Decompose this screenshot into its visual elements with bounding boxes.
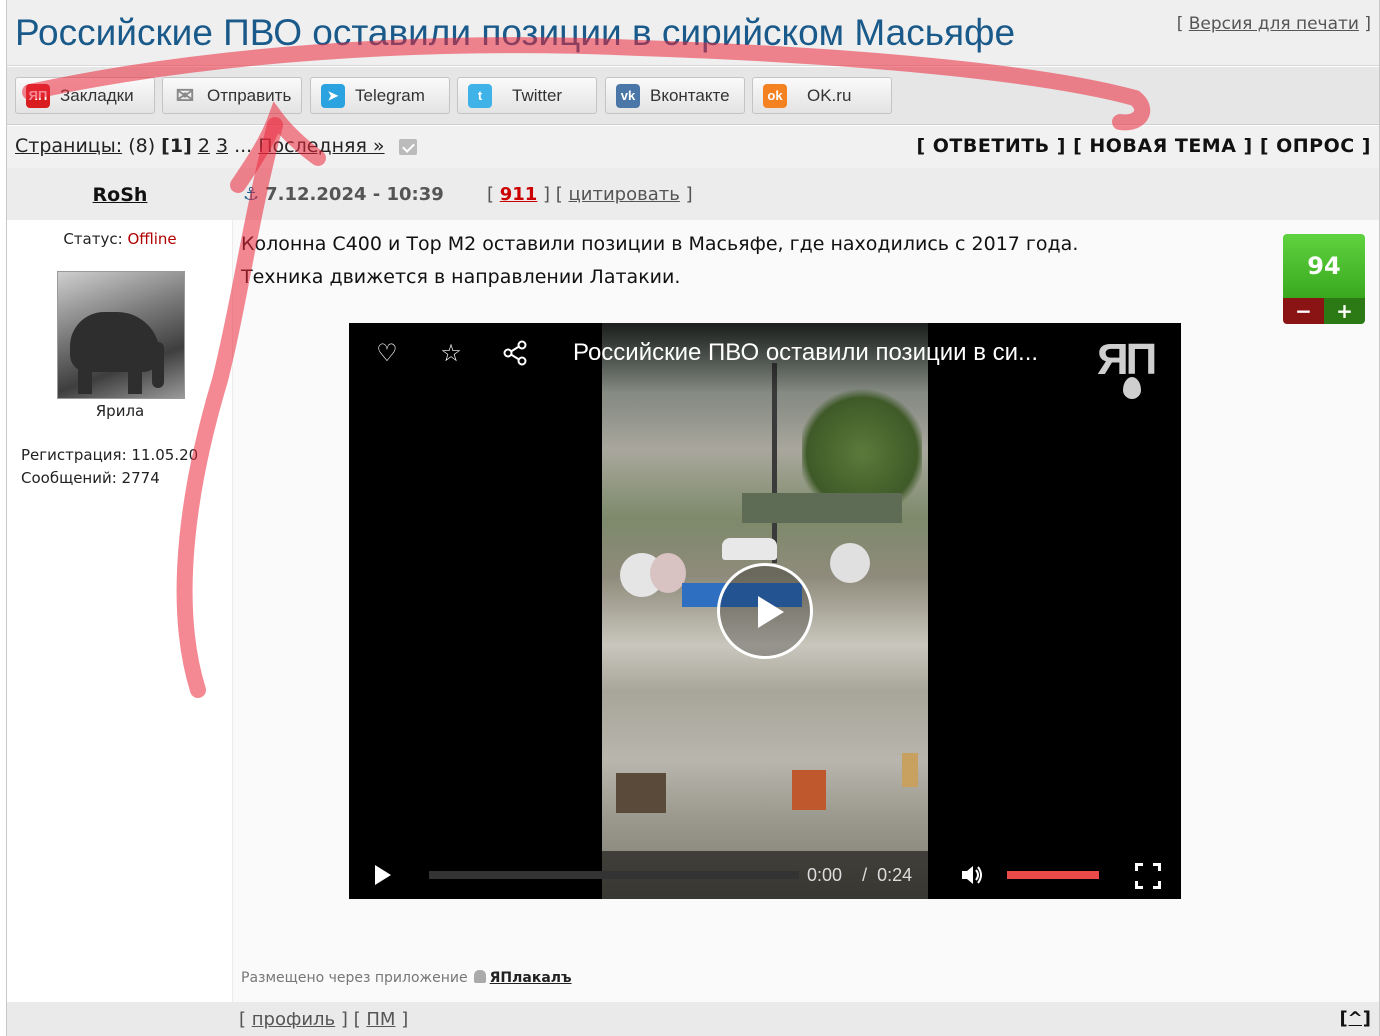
vk-icon: vk bbox=[616, 83, 640, 108]
post-meta: [ 911 ] [ цитировать ] bbox=[487, 184, 693, 205]
video-time: 0:00 / 0:24 bbox=[807, 865, 913, 885]
footer-links: [ профиль ] [ ПМ ] bbox=[239, 1009, 409, 1030]
pages-count: (8) bbox=[128, 135, 156, 157]
author-column: RoSh Статус: Offline Ярила Регистрация: … bbox=[7, 168, 233, 1002]
video-controls: 0:00 / 0:24 bbox=[349, 851, 1181, 899]
volume-level bbox=[1007, 871, 1099, 879]
page-link-3[interactable]: 3 bbox=[216, 135, 228, 157]
profile-link[interactable]: профиль bbox=[252, 1009, 335, 1030]
rating-minus-button[interactable]: − bbox=[1283, 298, 1324, 324]
ok-icon: ok bbox=[763, 83, 787, 108]
print-version-link[interactable]: Версия для печати bbox=[1189, 14, 1359, 34]
yap-logo: ЯП bbox=[1097, 335, 1171, 399]
volume-icon[interactable] bbox=[959, 862, 985, 888]
rating-value: 94 bbox=[1283, 234, 1365, 298]
post-column: ⚓ 7.12.2024 - 10:39 [ 911 ] [ цитировать … bbox=[233, 168, 1379, 1002]
title-bar: Российские ПВО оставили позиции в сирийс… bbox=[7, 0, 1379, 66]
share-bar: ЯП Закладки ✉ Отправить ➤ Telegram t Twi… bbox=[7, 67, 1379, 125]
big-play-button[interactable] bbox=[717, 563, 813, 659]
video-player[interactable]: ♡ ☆ Российские ПВО оставили позиции в си… bbox=[349, 323, 1181, 899]
share-button-vk[interactable]: vk Вконтакте bbox=[605, 77, 745, 114]
forum-frame: Российские ПВО оставили позиции в сирийс… bbox=[6, 0, 1380, 1036]
rating-widget: 94 − + bbox=[1283, 234, 1365, 324]
twitter-icon: t bbox=[468, 83, 492, 108]
telegram-icon: ➤ bbox=[321, 83, 345, 108]
author-group: Ярила bbox=[95, 402, 145, 420]
share-button-twitter[interactable]: t Twitter bbox=[457, 77, 597, 114]
topic-actions[interactable]: [ ОТВЕТИТЬ ] [ НОВАЯ ТЕМА ] [ ОПРОС ] bbox=[916, 135, 1371, 157]
pagination-bar: Страницы: (8) [1] 2 3 ... Последняя » [ … bbox=[7, 126, 1379, 168]
quote-link[interactable]: цитировать bbox=[569, 184, 680, 205]
heart-icon[interactable]: ♡ bbox=[373, 339, 401, 367]
author-status: Статус: Offline bbox=[63, 230, 177, 248]
star-icon[interactable]: ☆ bbox=[437, 339, 465, 367]
share-button-telegram[interactable]: ➤ Telegram bbox=[310, 77, 450, 114]
current-page: [1] bbox=[161, 135, 192, 157]
android-icon bbox=[473, 970, 486, 983]
share-icon[interactable] bbox=[501, 339, 529, 367]
video-title[interactable]: Российские ПВО оставили позиции в си... bbox=[573, 339, 1038, 367]
post-footer: [ профиль ] [ ПМ ] [^] bbox=[7, 1002, 1379, 1036]
post-text: Колонна С400 и Тор М2 оставили позиции в… bbox=[241, 233, 1079, 288]
anchor-icon[interactable]: ⚓ bbox=[243, 184, 259, 205]
pagination: Страницы: (8) [1] 2 3 ... Последняя » bbox=[15, 135, 417, 157]
fullscreen-icon[interactable] bbox=[1135, 863, 1161, 889]
avatar[interactable] bbox=[57, 271, 185, 399]
page-title: Российские ПВО оставили позиции в сирийс… bbox=[15, 12, 1016, 53]
author-registration: Регистрация: 11.05.20 bbox=[21, 446, 199, 464]
play-icon[interactable] bbox=[375, 865, 391, 885]
yap-icon: ЯП bbox=[26, 83, 50, 108]
last-page-link[interactable]: Последняя » bbox=[258, 135, 384, 157]
share-button-ok[interactable]: ok OK.ru bbox=[752, 77, 892, 114]
pm-link[interactable]: ПМ bbox=[366, 1009, 395, 1030]
video-top-bar: ♡ ☆ Российские ПВО оставили позиции в си… bbox=[349, 323, 1181, 399]
share-button-bookmarks[interactable]: ЯП Закладки bbox=[15, 77, 155, 114]
post-header: ⚓ 7.12.2024 - 10:39 [ 911 ] [ цитировать … bbox=[233, 168, 1379, 220]
volume-slider[interactable] bbox=[1007, 871, 1099, 879]
page-link-2[interactable]: 2 bbox=[198, 135, 210, 157]
post-date: ⚓ 7.12.2024 - 10:39 bbox=[243, 184, 444, 205]
video-progress-bar[interactable] bbox=[429, 871, 799, 879]
mail-icon: ✉ bbox=[175, 82, 195, 108]
author-header: RoSh bbox=[7, 168, 233, 220]
author-name[interactable]: RoSh bbox=[7, 184, 233, 206]
rating-plus-button[interactable]: + bbox=[1324, 298, 1365, 324]
author-messages: Сообщений: 2774 bbox=[21, 469, 160, 487]
pages-label[interactable]: Страницы: bbox=[15, 135, 122, 157]
scroll-top-link[interactable]: [^] bbox=[1339, 1008, 1371, 1029]
app-link[interactable]: ЯПлакалъ bbox=[490, 970, 572, 986]
print-version: [ Версия для печати ] bbox=[1176, 14, 1371, 34]
subscribe-icon[interactable] bbox=[398, 138, 417, 155]
post-number-link[interactable]: 911 bbox=[500, 184, 538, 205]
share-button-send[interactable]: ✉ Отправить bbox=[162, 77, 302, 114]
posted-via: Размещено через приложение ЯПлакалъ bbox=[241, 970, 572, 986]
